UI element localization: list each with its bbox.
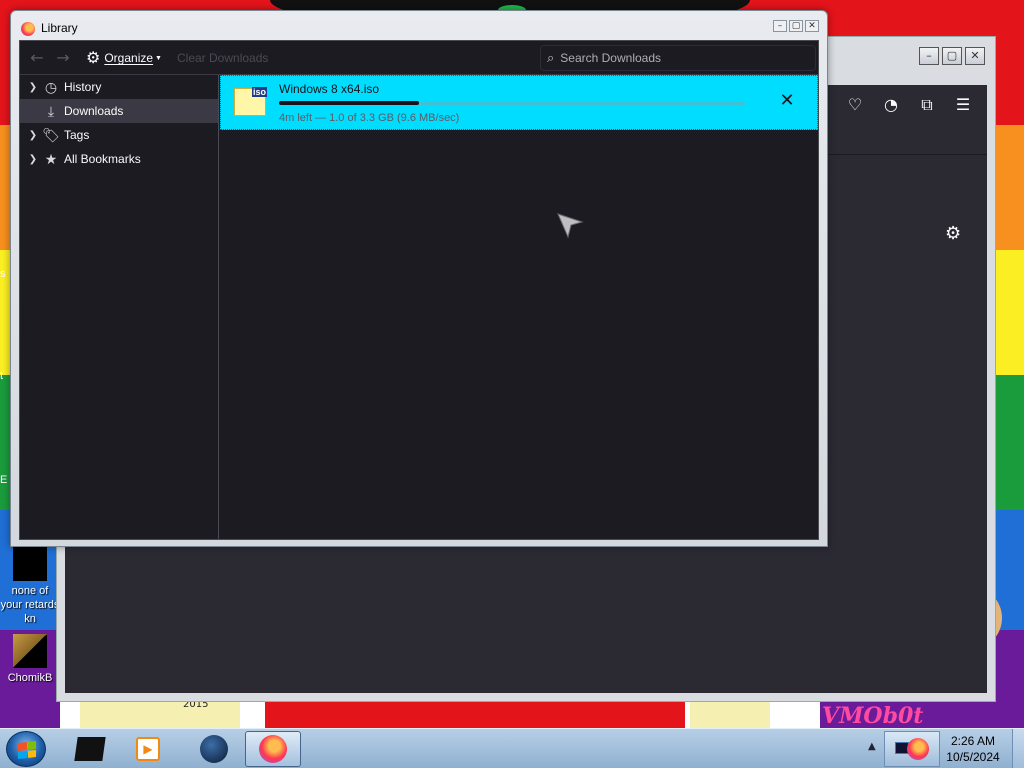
taskbar-app-globe[interactable] <box>186 731 242 767</box>
firefox-logo-icon <box>21 22 35 36</box>
taskbar-app-media-player[interactable]: ▶ <box>120 731 176 767</box>
clock-icon: ◷ <box>44 78 58 95</box>
wallpaper-watermark: VMOb0t <box>822 703 924 728</box>
show-desktop-button[interactable] <box>1012 729 1024 768</box>
hamster-app-icon <box>13 634 47 668</box>
library-sidebar: ❯ ◷ History ⤓ Downloads ❯ 🏷 Tags ❯ ★ All… <box>20 75 219 539</box>
search-input[interactable] <box>560 51 781 65</box>
download-item[interactable]: iso Windows 8 x64.iso 4m left — 1.0 of 3… <box>220 75 818 130</box>
taskbar-app-firefox[interactable] <box>245 731 301 767</box>
star-icon: ★ <box>44 150 58 167</box>
download-progress-bar <box>279 101 745 105</box>
start-button[interactable] <box>6 731 46 767</box>
desktop-icon-chomikbox[interactable]: ChomikB <box>0 634 60 685</box>
downloads-list: iso Windows 8 x64.iso 4m left — 1.0 of 3… <box>220 75 818 539</box>
clock-date: 10/5/2024 <box>946 750 1000 764</box>
organize-button[interactable]: ⚙ Organize ▼ <box>86 47 162 69</box>
chevron-right-icon[interactable]: ❯ <box>26 154 40 165</box>
pocket-icon[interactable]: ♡ <box>843 93 867 117</box>
desktop-icon-text-file[interactable]: none of your retards kn <box>0 547 60 626</box>
media-player-icon: ▶ <box>136 737 160 761</box>
wallpaper-art-bottom <box>60 700 820 728</box>
sidebar-item-label: Tags <box>64 128 90 142</box>
taskbar-app-1[interactable] <box>62 731 118 767</box>
menu-icon[interactable]: ☰ <box>951 93 975 117</box>
download-filename: Windows 8 x64.iso <box>279 82 380 96</box>
tray-app[interactable] <box>884 731 940 767</box>
clear-downloads-button[interactable]: Clear Downloads <box>177 51 268 65</box>
settings-gear-icon[interactable]: ⚙ <box>945 223 961 244</box>
window-title: Library <box>41 21 78 35</box>
gear-icon: ⚙ <box>86 50 101 67</box>
taskbar: ▶ ▲ 2:26 AM 10/5/2024 <box>0 728 1024 768</box>
maximize-button[interactable]: ▢ <box>942 47 962 65</box>
desktop-icon-label: ChomikB <box>7 672 53 684</box>
library-window: Library – ▢ ✕ ← → ⚙ Organize ▼ Clear Dow… <box>10 10 828 547</box>
download-icon: ⤓ <box>47 102 55 119</box>
sidebar-item-label: Downloads <box>64 104 124 118</box>
file-icon <box>13 547 47 581</box>
tray-expand-icon[interactable]: ▲ <box>868 741 876 752</box>
tray-firefox-icon <box>893 738 931 760</box>
back-arrow-icon[interactable]: ← <box>26 47 48 69</box>
chevron-right-icon[interactable]: ❯ <box>26 82 40 93</box>
search-box[interactable]: ⌕ <box>540 45 816 71</box>
library-titlebar[interactable]: Library – ▢ ✕ <box>11 11 827 41</box>
desktop-icon-label: none of your retards kn <box>0 585 60 625</box>
minimize-button[interactable]: – <box>773 20 787 32</box>
sidebar-item-tags[interactable]: ❯ 🏷 Tags <box>20 123 218 147</box>
extensions-icon[interactable]: ⧉ <box>915 93 939 117</box>
clock-time: 2:26 AM <box>950 734 996 748</box>
taskbar-clock[interactable]: 2:26 AM 10/5/2024 <box>940 733 1006 765</box>
sidebar-item-downloads[interactable]: ⤓ Downloads <box>20 99 218 123</box>
windows-logo-icon <box>18 741 36 759</box>
sidebar-item-history[interactable]: ❯ ◷ History <box>20 75 218 99</box>
maximize-button[interactable]: ▢ <box>789 20 803 32</box>
sidebar-item-all-bookmarks[interactable]: ❯ ★ All Bookmarks <box>20 147 218 171</box>
tag-icon: 🏷 <box>42 126 60 143</box>
cancel-download-icon[interactable]: ✕ <box>777 91 797 111</box>
sidebar-item-label: All Bookmarks <box>64 152 141 166</box>
library-toolbar: ← → ⚙ Organize ▼ Clear Downloads ⌕ <box>20 41 818 75</box>
iso-file-icon: iso <box>234 87 267 116</box>
firefox-icon <box>259 735 287 763</box>
library-body: ← → ⚙ Organize ▼ Clear Downloads ⌕ ❯ ◷ H… <box>19 40 819 540</box>
chevron-down-icon: ▼ <box>155 54 162 62</box>
app-icon <box>74 737 106 761</box>
close-button[interactable]: ✕ <box>805 20 819 32</box>
chevron-right-icon[interactable]: ❯ <box>26 130 40 141</box>
download-status: 4m left — 1.0 of 3.3 GB (9.6 MB/sec) <box>279 112 460 124</box>
minimize-button[interactable]: – <box>919 47 939 65</box>
download-progress-fill <box>279 101 419 105</box>
sidebar-item-label: History <box>64 80 102 94</box>
mouse-pointer-icon <box>557 213 584 239</box>
download-progress-icon[interactable]: ◔ <box>879 93 903 117</box>
forward-arrow-icon[interactable]: → <box>52 47 74 69</box>
search-icon: ⌕ <box>547 50 555 66</box>
close-button[interactable]: ✕ <box>965 47 985 65</box>
globe-icon <box>200 735 228 763</box>
